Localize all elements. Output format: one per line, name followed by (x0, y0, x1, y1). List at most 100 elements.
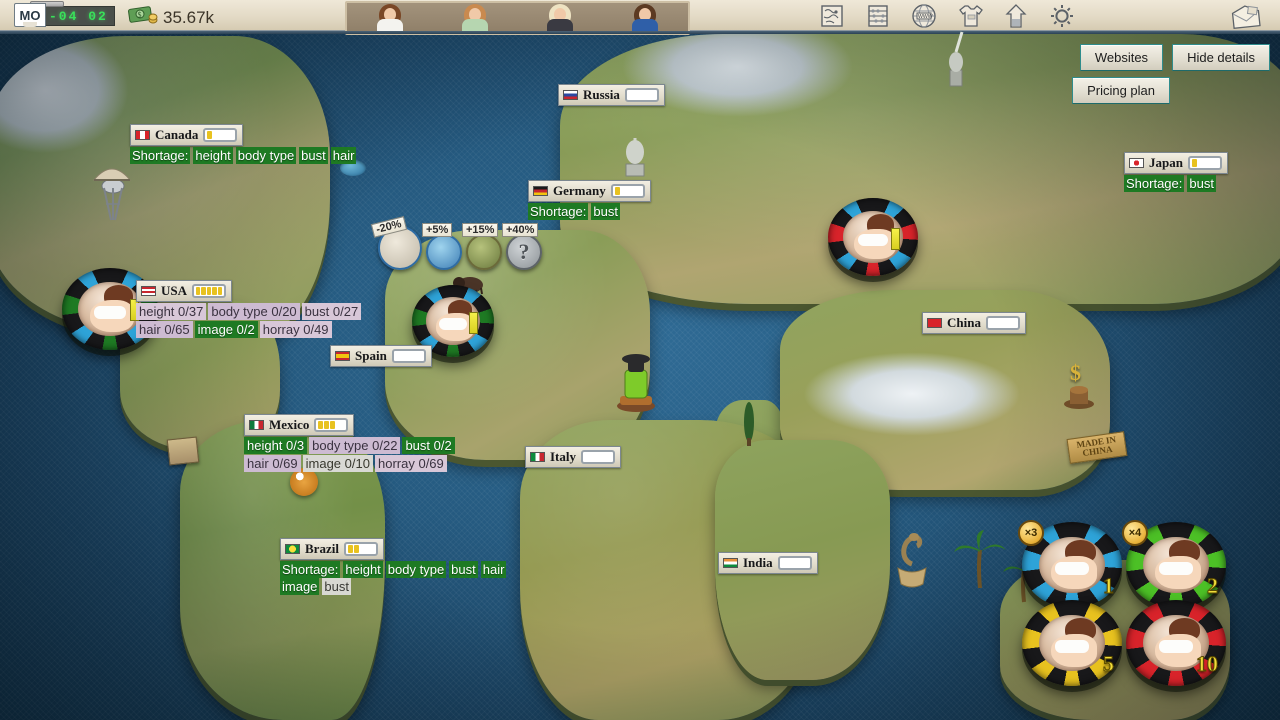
snake-basket-decoration (890, 528, 934, 593)
chip-10[interactable]: 10 (1126, 600, 1226, 686)
shortage-item: bust (591, 203, 620, 220)
hud-icon-row: WWW (818, 2, 1076, 30)
token-card (891, 227, 900, 250)
country-label-india[interactable]: India (718, 552, 818, 574)
stat-height: height 0/37 (136, 303, 207, 320)
country-header[interactable]: Canada (130, 124, 244, 146)
country-header[interactable]: Italy (525, 446, 621, 468)
country-label-canada[interactable]: Canada Shortage: height body type bust h… (130, 124, 357, 164)
country-progress-bar (581, 450, 615, 464)
websites-button[interactable]: Websites (1079, 44, 1164, 71)
chip-art (1143, 536, 1209, 594)
maya-tablet-decoration (166, 436, 200, 466)
country-progress-bar (985, 316, 1020, 330)
gold-statue-decoration: $ (1070, 360, 1081, 385)
country-label-usa[interactable]: USA height 0/37 body type 0/20 bust 0/27… (136, 280, 386, 339)
token-card (468, 312, 478, 335)
unknown-modifier[interactable]: ? +40% (502, 223, 542, 270)
country-label-brazil[interactable]: Brazil Shortage: height body type bust h… (280, 538, 508, 595)
portrait-girl-1[interactable] (363, 3, 417, 33)
building-icon[interactable] (1002, 2, 1030, 30)
country-header[interactable]: Germany (528, 180, 651, 202)
country-progress-bar (624, 88, 659, 102)
chip-number: 10 (1196, 651, 1219, 677)
tshirt-icon[interactable] (956, 2, 984, 30)
stats-row: hair 0/69 image 0/10 horray 0/69 (244, 455, 494, 472)
flag-china (927, 318, 942, 328)
paper-modifier[interactable]: -20% (370, 216, 422, 270)
country-progress-bar (610, 184, 645, 198)
stat-bust: bust 0/27 (301, 303, 362, 320)
country-header[interactable]: Spain (330, 345, 432, 367)
stat-horray: horray 0/69 (374, 455, 447, 472)
calendar-widget[interactable]: MO -04 02 (14, 1, 115, 27)
country-label-spain[interactable]: Spain (330, 345, 432, 367)
abacus-icon[interactable] (864, 2, 892, 30)
stat-body-type: body type 0/20 (208, 303, 300, 320)
pricing-plan-button[interactable]: Pricing plan (1072, 77, 1170, 104)
country-name: Japan (1149, 155, 1183, 170)
country-header[interactable]: Russia (558, 84, 665, 106)
chip-5[interactable]: 5 (1022, 600, 1122, 686)
country-name: Brazil (305, 541, 339, 556)
bed-icon (426, 234, 462, 270)
chip-1[interactable]: 1 ×3 (1018, 520, 1122, 608)
oil-lamp-decoration (614, 340, 658, 417)
chip-2[interactable]: 2 ×4 (1122, 520, 1226, 608)
calendar-month: MO (14, 3, 46, 27)
country-label-china[interactable]: China (922, 312, 1026, 334)
hide-details-button[interactable]: Hide details (1172, 44, 1270, 71)
globe-www-icon[interactable]: WWW (910, 2, 938, 30)
portrait-girl-2[interactable] (448, 3, 502, 33)
shortage-item: body type (235, 147, 297, 164)
map-icon[interactable] (818, 2, 846, 30)
country-label-russia[interactable]: Russia (558, 84, 665, 106)
country-header[interactable]: Brazil (280, 538, 384, 560)
chip-art (1039, 536, 1105, 594)
shortage-list: Shortage: height body type bust hair ima… (280, 561, 508, 595)
country-header[interactable]: China (922, 312, 1026, 334)
portrait-girl-3[interactable] (533, 3, 587, 33)
shortage-item: image (280, 578, 320, 595)
bed-modifier[interactable]: +5% (422, 223, 462, 270)
country-label-mexico[interactable]: Mexico height 0/3 body type 0/22 bust 0/… (244, 414, 494, 473)
flag-brazil (285, 544, 300, 554)
country-header[interactable]: India (718, 552, 818, 574)
map-button-row: Websites Hide details (1079, 44, 1270, 71)
country-stats: height 0/3 body type 0/22 bust 0/2 hair … (244, 437, 494, 472)
stat-hair: hair 0/69 (244, 455, 301, 472)
flag-spain (335, 351, 350, 361)
country-header[interactable]: Mexico (244, 414, 355, 436)
country-progress-bar (192, 284, 227, 298)
shortage-label: Shortage: (130, 147, 191, 164)
flag-japan (1129, 158, 1144, 168)
village-modifier[interactable]: +15% (462, 223, 502, 270)
village-icon (466, 234, 502, 270)
svg-text:$: $ (138, 11, 142, 20)
gear-icon[interactable] (1048, 2, 1076, 30)
stat-horray: horray 0/49 (259, 321, 332, 338)
stats-row: hair 0/65 image 0/2 horray 0/49 (136, 321, 386, 338)
map-button-row-2: Pricing plan (1072, 77, 1170, 104)
country-header[interactable]: Japan (1124, 152, 1228, 174)
chip-number: 1 (1103, 573, 1115, 599)
shortage-label: Shortage: (1124, 175, 1185, 192)
chip-multiplier: ×3 (1018, 520, 1044, 546)
chip-art (1039, 614, 1105, 672)
country-header[interactable]: USA (136, 280, 233, 302)
shortage-label: Shortage: (280, 561, 341, 578)
country-name: Russia (583, 87, 620, 102)
country-label-germany[interactable]: Germany Shortage: bust (528, 180, 651, 220)
flag-italy (530, 452, 545, 462)
country-name: Spain (355, 348, 387, 363)
mail-icon[interactable] (1230, 4, 1262, 30)
casino-token-asia[interactable] (828, 198, 918, 276)
character-portrait-strip[interactable] (345, 1, 690, 35)
country-label-japan[interactable]: Japan Shortage: bust (1124, 152, 1228, 192)
modifier-value: +15% (462, 223, 499, 237)
portrait-girl-4[interactable] (618, 3, 672, 33)
chip-number: 5 (1103, 651, 1115, 677)
country-label-italy[interactable]: Italy (525, 446, 621, 468)
country-progress-bar (1187, 156, 1222, 170)
sword-monument-decoration (940, 30, 970, 95)
